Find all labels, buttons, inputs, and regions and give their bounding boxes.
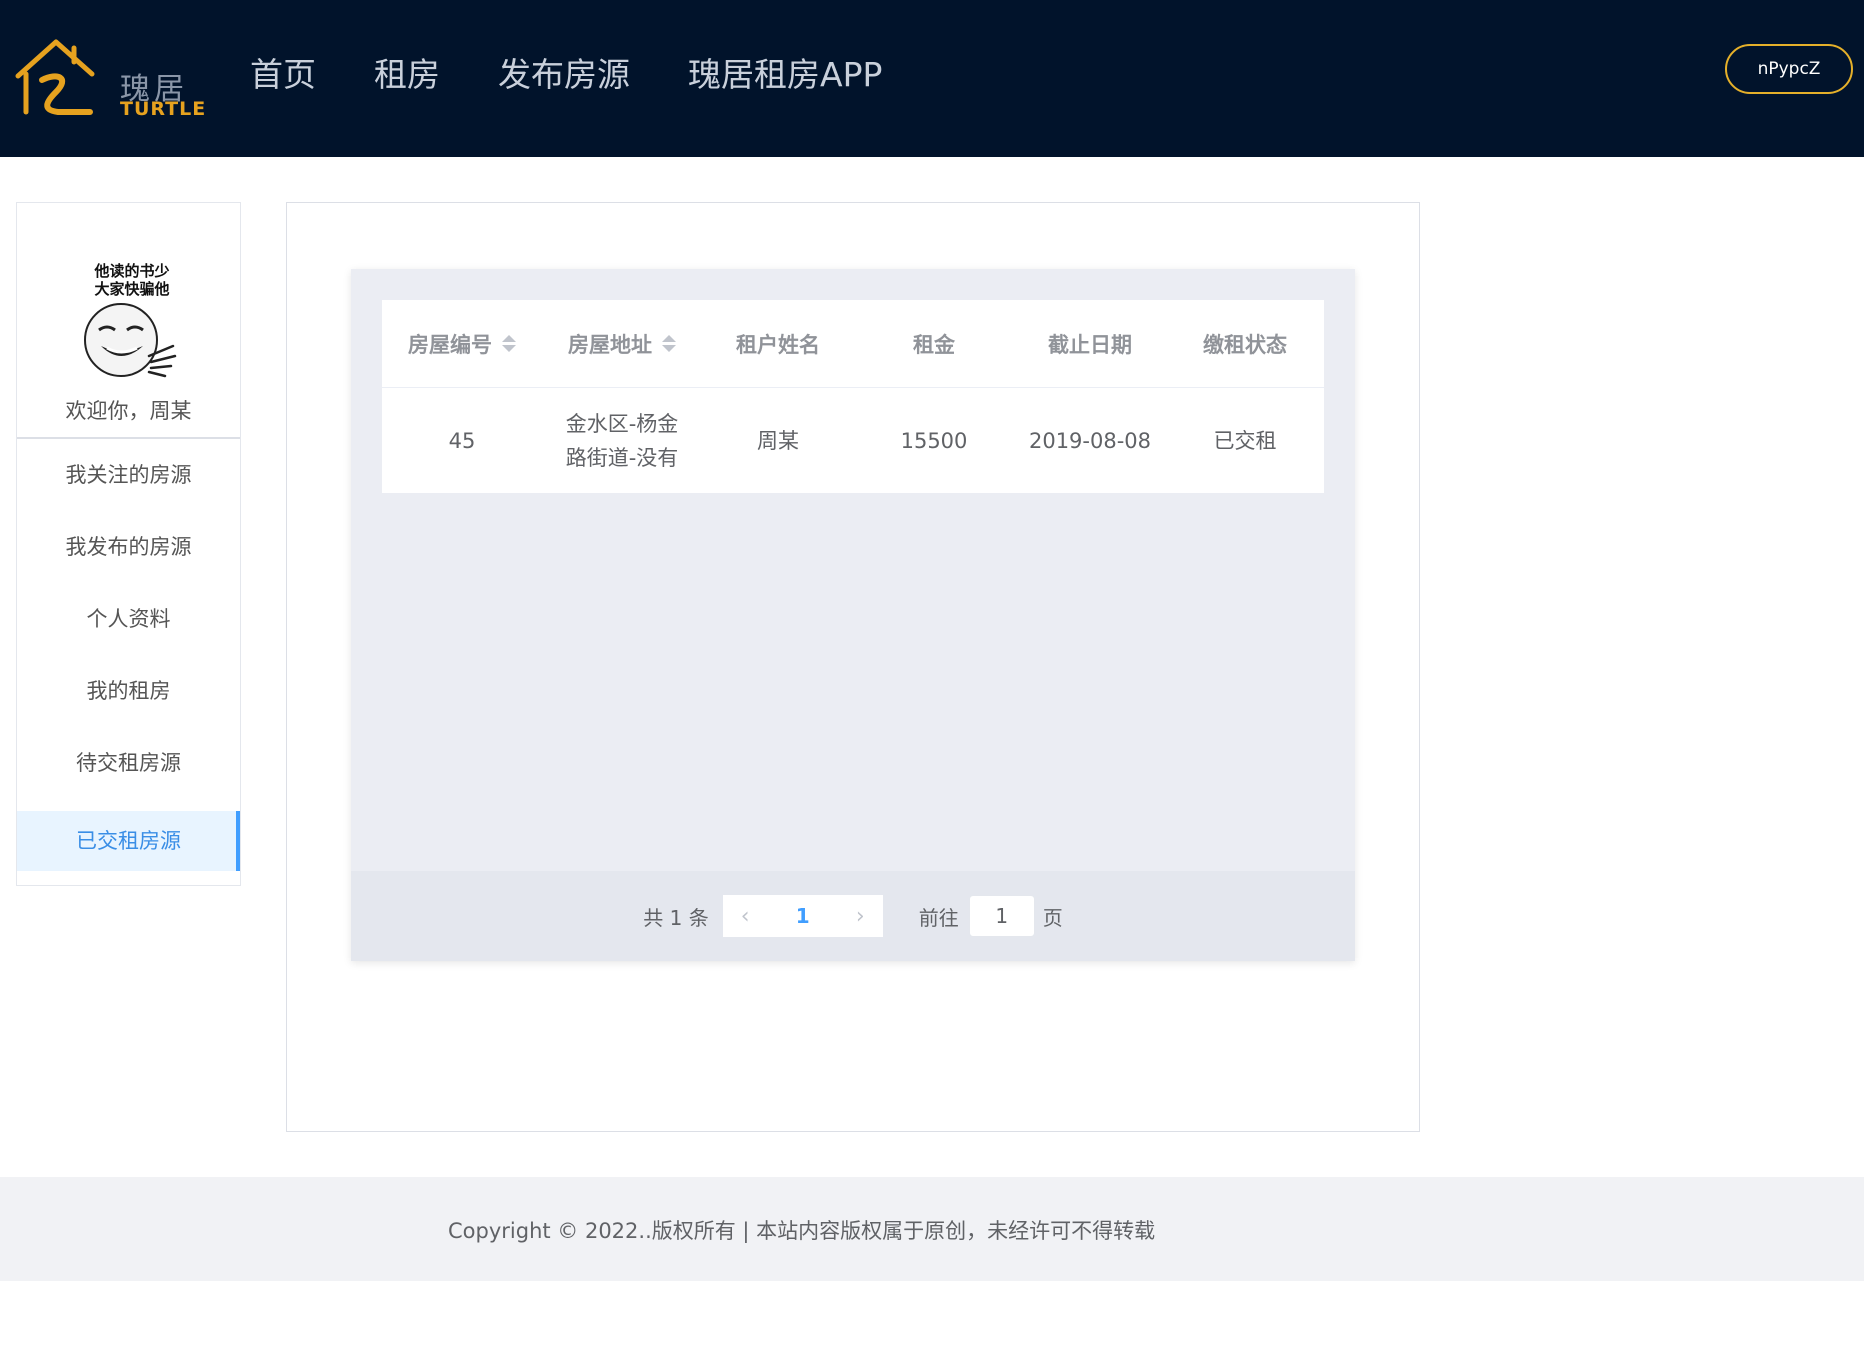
user-sidebar: 他读的书少 大家快骗他 欢迎你，周某 我关注的房源 我发布的房源 个人资料 我的… [16, 202, 241, 886]
column-header-address[interactable]: 房屋地址 [542, 300, 702, 387]
cell-rent: 15500 [900, 428, 968, 453]
sidebar-item-published-listings[interactable]: 我发布的房源 [17, 511, 240, 583]
column-header-status: 缴租状态 [1203, 332, 1287, 357]
table-header: 房屋编号 房屋地址 租户姓名 租金 截止日期 缴租状态 [382, 300, 1324, 388]
sidebar-item-my-rentals[interactable]: 我的租房 [17, 655, 240, 727]
logo-text-en: TURTLE [120, 98, 207, 120]
avatar-caption-line: 大家快骗他 [94, 280, 170, 298]
pagination-goto-suffix: 页 [1042, 905, 1063, 930]
pagination-goto-label: 前往 [918, 905, 959, 930]
pagination-total: 共 1 条 [643, 905, 709, 930]
nav-home[interactable]: 首页 [250, 48, 316, 96]
top-header: 瑰居 TURTLE 首页 租房 发布房源 瑰居租房APP nPypcZ [0, 0, 1864, 157]
pagination-goto-input[interactable]: 1 [968, 895, 1035, 937]
meme-face-icon [84, 303, 177, 378]
sidebar-item-pending-rent[interactable]: 待交租房源 [17, 727, 240, 799]
column-header-label: 房屋编号 [408, 332, 492, 357]
cell-address: 金水区-杨金路街道-没有 [565, 411, 679, 470]
avatar-caption: 他读的书少 大家快骗他 [77, 262, 187, 298]
column-header-tenant: 租户姓名 [736, 332, 820, 357]
sort-caret-icon[interactable] [502, 335, 516, 352]
column-header-label: 房屋地址 [568, 332, 652, 357]
copyright-text: Copyright © 2022..版权所有 | 本站内容版权属于原创，未经许可… [448, 1219, 1156, 1243]
cell-house-id: 45 [448, 428, 476, 453]
cell-tenant: 周某 [757, 428, 799, 453]
column-header-deadline: 截止日期 [1048, 332, 1132, 357]
table-card: 房屋编号 房屋地址 租户姓名 租金 截止日期 缴租状态 45 金水区-杨金路街道… [351, 269, 1355, 961]
table-row[interactable]: 45 金水区-杨金路街道-没有 周某 15500 2019-08-08 已交租 [382, 388, 1324, 493]
chevron-right-icon[interactable]: › [856, 904, 865, 929]
house-logo-icon [15, 39, 95, 115]
cell-address-wrap: 金水区-杨金路街道-没有 [542, 388, 702, 493]
rent-table: 房屋编号 房屋地址 租户姓名 租金 截止日期 缴租状态 45 金水区-杨金路街道… [382, 300, 1324, 493]
sidebar-item-paid-rent[interactable]: 已交租房源 [17, 811, 240, 871]
cell-deadline: 2019-08-08 [1028, 428, 1152, 453]
pagination-bar: 共 1 条 ‹ 1 › 前往 1 页 [351, 871, 1355, 961]
cell-status: 已交租 [1213, 428, 1277, 453]
chevron-left-icon[interactable]: ‹ [741, 904, 750, 929]
site-logo[interactable]: 瑰居 TURTLE [12, 36, 205, 122]
sidebar-item-followed-listings[interactable]: 我关注的房源 [17, 439, 240, 511]
nav-app[interactable]: 瑰居租房APP [688, 48, 882, 96]
sort-caret-icon[interactable] [662, 335, 676, 352]
sidebar-menu: 我关注的房源 我发布的房源 个人资料 我的租房 待交租房源 已交租房源 [17, 439, 240, 871]
pagination: 共 1 条 ‹ 1 › 前往 1 页 [351, 871, 1355, 961]
nav-rent[interactable]: 租房 [374, 48, 440, 96]
avatar-caption-line: 他读的书少 [94, 262, 170, 280]
nav-publish[interactable]: 发布房源 [498, 48, 630, 96]
main-panel: 房屋编号 房屋地址 租户姓名 租金 截止日期 缴租状态 45 金水区-杨金路街道… [286, 202, 1420, 1132]
welcome-text: 欢迎你，周某 [65, 399, 192, 423]
page-footer: Copyright © 2022..版权所有 | 本站内容版权属于原创，未经许可… [0, 1177, 1864, 1281]
column-header-house-id[interactable]: 房屋编号 [382, 300, 542, 387]
pagination-current-page[interactable]: 1 [796, 904, 810, 928]
profile-card: 他读的书少 大家快骗他 欢迎你，周某 [17, 203, 240, 439]
sidebar-item-profile[interactable]: 个人资料 [17, 583, 240, 655]
main-nav: 首页 租房 发布房源 瑰居租房APP [250, 48, 882, 96]
column-header-rent: 租金 [913, 332, 955, 357]
user-account-button[interactable]: nPypcZ [1725, 44, 1853, 94]
pagination-pager: ‹ 1 › [722, 895, 883, 937]
avatar[interactable]: 他读的书少 大家快骗他 [77, 260, 187, 380]
